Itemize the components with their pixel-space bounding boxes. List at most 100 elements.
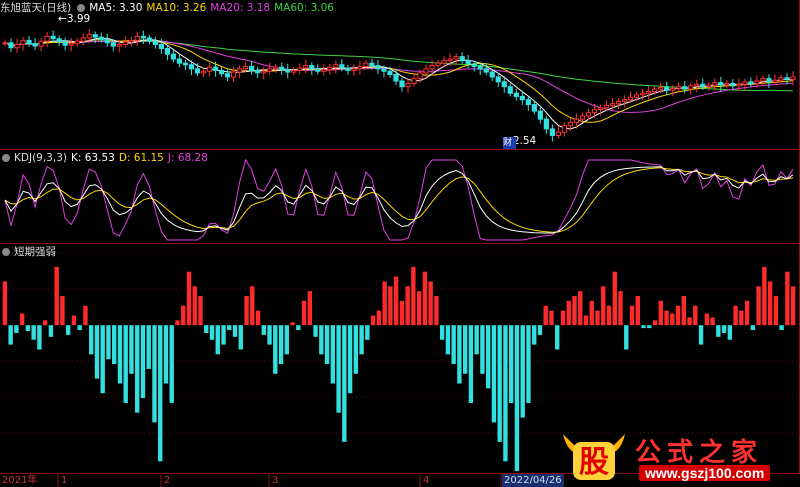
candle-body: [32, 43, 38, 47]
strength-bar: [739, 310, 744, 326]
x-label-month-1: 1: [61, 475, 68, 486]
strength-bar: [543, 305, 548, 326]
candle-body: [273, 66, 279, 70]
strength-bar: [664, 310, 669, 326]
candle-body: [146, 37, 152, 42]
strength-bar: [491, 325, 497, 423]
candle-body: [495, 76, 501, 83]
strength-bar: [549, 310, 554, 326]
strength-bar: [117, 325, 123, 384]
strength-bar: [324, 325, 330, 365]
strength-bar: [474, 325, 479, 355]
strength-bar: [158, 325, 163, 462]
candle-body: [423, 68, 429, 74]
candle-body: [615, 100, 622, 105]
candle-body: [92, 34, 98, 38]
strength-bar: [485, 325, 491, 389]
strength-bar: [146, 325, 151, 369]
candle-body: [128, 39, 134, 43]
strength-bar: [88, 325, 94, 355]
strength-bar: [267, 325, 272, 345]
candle-body: [561, 125, 568, 133]
candle-body: [236, 68, 243, 73]
candle-body: [405, 82, 411, 88]
candle-body: [772, 79, 778, 83]
strength-bar: [112, 325, 117, 365]
candle-body: [369, 62, 375, 67]
strength-bar: [244, 296, 249, 326]
strength-bar: [595, 310, 600, 326]
candle-body: [670, 87, 676, 91]
candle-body: [694, 83, 700, 87]
strength-bar: [399, 300, 405, 326]
strength-bar: [186, 271, 192, 326]
strength-bar: [641, 325, 646, 329]
strength-bar: [733, 305, 738, 326]
strength-bar: [273, 325, 278, 374]
candle-body: [603, 104, 610, 109]
strength-bar: [342, 325, 347, 442]
strength-bar: [175, 320, 180, 326]
strength-bar: [520, 325, 525, 418]
strength-bar: [727, 325, 733, 340]
candle-body: [351, 68, 357, 71]
candle-body: [98, 36, 104, 41]
strength-bar: [744, 300, 750, 326]
strength-bar: [83, 305, 88, 326]
strength-bar: [445, 325, 451, 355]
strength-bar: [301, 300, 307, 326]
finance-marker[interactable]: 财: [503, 137, 516, 149]
candle-body: [688, 85, 694, 90]
strength-bar: [25, 325, 31, 332]
strength-bar: [612, 271, 617, 326]
candle-body: [255, 69, 261, 74]
strength-bar: [77, 325, 82, 331]
candle-body: [38, 40, 44, 47]
kdj-title[interactable]: KDJ(9,3,3): [14, 152, 67, 164]
candle-body: [26, 39, 32, 45]
strength-bar: [503, 325, 508, 462]
candle-body: [8, 42, 14, 49]
strength-bar: [181, 305, 186, 326]
settings-circle-icon[interactable]: [77, 4, 86, 12]
candle-body: [718, 82, 724, 86]
strength-bar: [209, 325, 215, 340]
candle-body: [646, 91, 652, 94]
candle-body: [122, 41, 128, 45]
strength-bar: [716, 325, 721, 337]
strength-bar: [629, 305, 635, 326]
strength-bar: [514, 325, 520, 471]
candle-body: [134, 35, 140, 41]
strength-bar: [721, 325, 727, 333]
strength-bar: [698, 325, 704, 345]
strength-bar: [192, 286, 197, 326]
strength-bar: [750, 325, 756, 331]
strength-bar: [140, 325, 146, 399]
strength-bar: [773, 296, 779, 326]
kdj-k-line: [4, 166, 794, 234]
ma5-line: [4, 37, 794, 130]
candle-body: [279, 66, 285, 71]
candle-body: [507, 86, 513, 94]
candle-body: [465, 60, 471, 65]
price-panel-header: 东旭蓝天(日线) MA5: 3.30 MA10: 3.26 MA20: 3.18 MA6…: [0, 1, 338, 15]
strength-bar: [566, 300, 571, 326]
price-panel: [2, 29, 796, 142]
strength-title[interactable]: 短期强弱: [14, 246, 56, 258]
finance-marker-text: 财: [503, 138, 513, 148]
strength-bar: [163, 325, 169, 384]
kdj-settings-circle-icon[interactable]: [2, 154, 10, 162]
kdj-k-label: K: 63.53: [70, 152, 115, 164]
strength-settings-circle-icon[interactable]: [2, 248, 10, 256]
kdj-panel-header: KDJ(9,3,3) K: 63.53 D: 61.15 J: 68.28: [0, 151, 212, 165]
candle-body: [327, 66, 333, 71]
candle-body: [429, 65, 435, 70]
candle-body: [224, 73, 231, 78]
strength-bar: [48, 325, 54, 337]
strength-bar: [376, 310, 382, 326]
strength-bar: [532, 325, 537, 345]
candle-body: [513, 92, 519, 97]
strength-bar: [405, 286, 410, 326]
strength-bar: [509, 325, 514, 403]
candle-body: [176, 58, 183, 64]
